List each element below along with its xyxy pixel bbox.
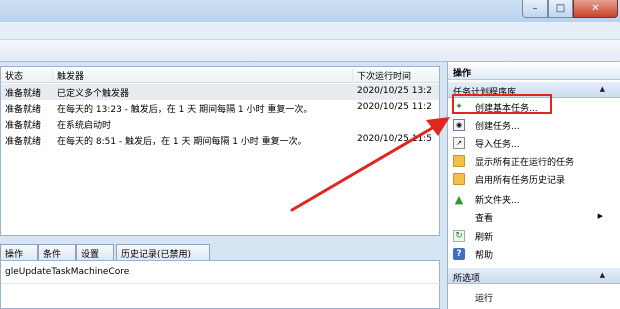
table-row[interactable]: 准备就绪 在系统启动时: [1, 116, 439, 132]
table-row[interactable]: 准备就绪 在每天的 13:23 - 触发后，在 1 天 期间每隔 1 小时 重复…: [1, 100, 439, 116]
action-label: 帮助: [475, 251, 494, 261]
action-label: 创建任务...: [475, 122, 520, 132]
actions-header: 操作: [448, 64, 620, 80]
tab-settings[interactable]: 设置: [76, 244, 114, 260]
section-selected-item[interactable]: 所选项 ▲: [448, 268, 620, 284]
task-list-header: 状态 触发器 下次运行时间: [1, 67, 439, 83]
menu-bar: [0, 22, 620, 40]
toolbar: [0, 40, 620, 62]
help-icon: ?: [453, 248, 465, 260]
help-action[interactable]: ? 帮助: [448, 245, 620, 263]
action-label: 导入任务...: [475, 140, 520, 150]
refresh-icon: ↻: [453, 230, 465, 242]
folder-history-icon: [453, 173, 465, 185]
action-label: 新文件夹...: [475, 196, 520, 206]
collapse-icon[interactable]: ▲: [600, 271, 605, 279]
row-status: 准备就绪: [5, 105, 42, 115]
row-next-run: 2020/10/25 11:2: [357, 102, 432, 112]
detail-task-name: gleUpdateTaskMachineCore: [5, 267, 130, 277]
section-title: 所选项: [453, 274, 481, 284]
action-label: 刷新: [475, 233, 494, 243]
import-icon: ↗: [453, 137, 465, 149]
column-header-status[interactable]: 状态: [1, 69, 53, 82]
row-status: 准备就绪: [5, 121, 42, 131]
row-status: 准备就绪: [5, 137, 42, 147]
row-trigger: 在系统启动时: [57, 121, 112, 131]
detail-panel: gleUpdateTaskMachineCore: [0, 260, 441, 309]
close-icon[interactable]: ✕: [573, 0, 618, 18]
show-running-tasks-action[interactable]: 显示所有正在运行的任务: [448, 152, 620, 170]
view-menu[interactable]: 查看 ▶: [448, 208, 620, 226]
enable-task-history-action[interactable]: 启用所有任务历史记录: [448, 170, 620, 188]
table-row[interactable]: 准备就绪 已定义多个触发器 2020/10/25 13:2: [1, 84, 439, 100]
task-icon: ◉: [453, 119, 465, 131]
tab-actions[interactable]: 操作: [0, 244, 38, 260]
import-task-action[interactable]: ↗ 导入任务...: [448, 134, 620, 152]
highlight-box: [452, 94, 552, 114]
refresh-action[interactable]: ↻ 刷新: [448, 227, 620, 245]
create-task-action[interactable]: ◉ 创建任务...: [448, 116, 620, 134]
action-label: 显示所有正在运行的任务: [475, 158, 575, 168]
run-action[interactable]: 运行: [448, 288, 620, 306]
submenu-arrow-icon: ▶: [597, 212, 603, 220]
column-header-next-run[interactable]: 下次运行时间: [353, 69, 439, 82]
row-trigger: 在每天的 8:51 - 触发后，在 1 天 期间每隔 1 小时 重复一次。: [57, 137, 307, 147]
tab-history[interactable]: 历史记录(已禁用): [116, 244, 210, 260]
task-list: 状态 触发器 下次运行时间 准备就绪 已定义多个触发器 2020/10/25 1…: [0, 66, 440, 236]
row-next-run: 2020/10/25 13:2: [357, 86, 432, 96]
row-status: 准备就绪: [5, 89, 42, 99]
column-header-trigger[interactable]: 触发器: [53, 69, 353, 82]
actions-pane: 操作 任务计划程序库 ▲ ✦ 创建基本任务... ◉ 创建任务... ↗ 导入任…: [447, 62, 620, 309]
collapse-icon[interactable]: ▲: [600, 85, 605, 93]
action-label: 运行: [475, 294, 494, 304]
action-label: 查看: [475, 214, 494, 224]
tab-conditions[interactable]: 条件: [38, 244, 76, 260]
row-trigger: 已定义多个触发器: [57, 89, 130, 99]
row-next-run: 2020/10/25 11:5: [357, 134, 432, 144]
detail-tabs: 操作 条件 设置 历史记录(已禁用): [0, 243, 440, 260]
table-row[interactable]: 准备就绪 在每天的 8:51 - 触发后，在 1 天 期间每隔 1 小时 重复一…: [1, 132, 439, 148]
maximize-icon[interactable]: □: [548, 0, 573, 18]
minimize-icon[interactable]: –: [522, 0, 548, 18]
action-label: 启用所有任务历史记录: [475, 176, 566, 186]
new-folder-action[interactable]: ▲ 新文件夹...: [448, 190, 620, 208]
row-trigger: 在每天的 13:23 - 触发后，在 1 天 期间每隔 1 小时 重复一次。: [57, 105, 313, 115]
detail-divider: [1, 283, 441, 284]
folder-icon: [453, 155, 465, 167]
new-folder-icon: ▲: [454, 192, 464, 206]
